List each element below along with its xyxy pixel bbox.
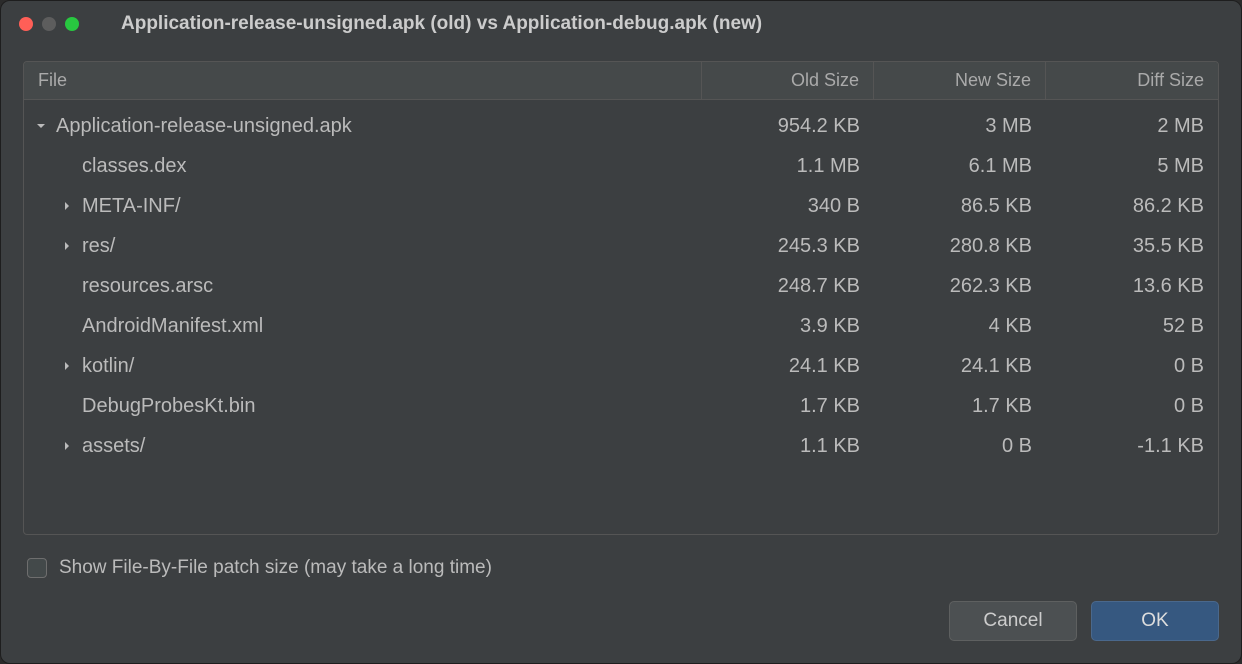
new-size-cell: 1.7 KB xyxy=(874,389,1046,424)
diff-size-cell: 0 B xyxy=(1046,349,1218,384)
file-name: kotlin/ xyxy=(82,355,134,378)
old-size-cell: 245.3 KB xyxy=(702,229,874,264)
diff-size-cell: 0 B xyxy=(1046,389,1218,424)
table-row[interactable]: kotlin/24.1 KB24.1 KB0 B xyxy=(24,346,1218,386)
file-cell: assets/ xyxy=(24,429,702,464)
new-size-cell: 0 B xyxy=(874,429,1046,464)
table-row[interactable]: META-INF/340 B86.5 KB86.2 KB xyxy=(24,186,1218,226)
col-header-file[interactable]: File xyxy=(24,62,702,99)
file-name: META-INF/ xyxy=(82,195,181,218)
chevron-spacer xyxy=(58,397,76,415)
chevron-spacer xyxy=(58,277,76,295)
chevron-right-icon[interactable] xyxy=(58,237,76,255)
table-row[interactable]: resources.arsc 248.7 KB262.3 KB13.6 KB xyxy=(24,266,1218,306)
new-size-cell: 3 MB xyxy=(874,109,1046,144)
file-name: AndroidManifest.xml xyxy=(82,315,263,338)
checkbox-label: Show File-By-File patch size (may take a… xyxy=(59,557,492,579)
file-cell: res/ xyxy=(24,229,702,264)
table-row[interactable]: AndroidManifest.xml 3.9 KB4 KB52 B xyxy=(24,306,1218,346)
chevron-down-icon[interactable] xyxy=(32,117,50,135)
close-window-icon[interactable] xyxy=(19,17,33,31)
table-header: File Old Size New Size Diff Size xyxy=(24,62,1218,100)
file-cell: AndroidManifest.xml xyxy=(24,309,702,344)
traffic-lights xyxy=(19,17,79,31)
chevron-right-icon[interactable] xyxy=(58,197,76,215)
old-size-cell: 1.1 KB xyxy=(702,429,874,464)
maximize-window-icon[interactable] xyxy=(65,17,79,31)
new-size-cell: 4 KB xyxy=(874,309,1046,344)
col-header-old-size[interactable]: Old Size xyxy=(702,62,874,99)
old-size-cell: 1.7 KB xyxy=(702,389,874,424)
new-size-cell: 262.3 KB xyxy=(874,269,1046,304)
new-size-cell: 86.5 KB xyxy=(874,189,1046,224)
chevron-right-icon[interactable] xyxy=(58,437,76,455)
dialog-window: Application-release-unsigned.apk (old) v… xyxy=(0,0,1242,664)
chevron-spacer xyxy=(58,317,76,335)
chevron-spacer xyxy=(58,157,76,175)
content-area: File Old Size New Size Diff Size Applica… xyxy=(1,47,1241,589)
button-row: Cancel OK xyxy=(1,589,1241,663)
cancel-button[interactable]: Cancel xyxy=(949,601,1077,641)
table-row[interactable]: DebugProbesKt.bin1.7 KB1.7 KB0 B xyxy=(24,386,1218,426)
file-cell: META-INF/ xyxy=(24,189,702,224)
diff-size-cell: 52 B xyxy=(1046,309,1218,344)
table-row[interactable]: classes.dex 1.1 MB6.1 MB5 MB xyxy=(24,146,1218,186)
table-body: Application-release-unsigned.apk 954.2 KB… xyxy=(24,100,1218,534)
table-row[interactable]: Application-release-unsigned.apk 954.2 KB… xyxy=(24,106,1218,146)
titlebar: Application-release-unsigned.apk (old) v… xyxy=(1,1,1241,47)
chevron-right-icon[interactable] xyxy=(58,357,76,375)
old-size-cell: 1.1 MB xyxy=(702,149,874,184)
file-cell: DebugProbesKt.bin xyxy=(24,389,702,424)
file-name: classes.dex xyxy=(82,155,187,178)
old-size-cell: 24.1 KB xyxy=(702,349,874,384)
file-name: res/ xyxy=(82,235,115,258)
window-title: Application-release-unsigned.apk (old) v… xyxy=(95,13,1223,35)
file-name: resources.arsc xyxy=(82,275,213,298)
table-row[interactable]: res/245.3 KB280.8 KB35.5 KB xyxy=(24,226,1218,266)
diff-size-cell: 2 MB xyxy=(1046,109,1218,144)
ok-button[interactable]: OK xyxy=(1091,601,1219,641)
diff-size-cell: 35.5 KB xyxy=(1046,229,1218,264)
diff-size-cell: 86.2 KB xyxy=(1046,189,1218,224)
file-name: assets/ xyxy=(82,435,145,458)
file-cell: Application-release-unsigned.apk xyxy=(24,109,702,144)
old-size-cell: 340 B xyxy=(702,189,874,224)
new-size-cell: 280.8 KB xyxy=(874,229,1046,264)
old-size-cell: 3.9 KB xyxy=(702,309,874,344)
file-name: Application-release-unsigned.apk xyxy=(56,115,352,138)
old-size-cell: 248.7 KB xyxy=(702,269,874,304)
diff-size-cell: -1.1 KB xyxy=(1046,429,1218,464)
minimize-window-icon xyxy=(42,17,56,31)
checkbox-file-by-file[interactable] xyxy=(27,558,47,578)
new-size-cell: 24.1 KB xyxy=(874,349,1046,384)
checkbox-row[interactable]: Show File-By-File patch size (may take a… xyxy=(23,535,1219,589)
col-header-diff-size[interactable]: Diff Size xyxy=(1046,62,1218,99)
file-cell: resources.arsc xyxy=(24,269,702,304)
old-size-cell: 954.2 KB xyxy=(702,109,874,144)
file-cell: kotlin/ xyxy=(24,349,702,384)
table-row[interactable]: assets/1.1 KB0 B-1.1 KB xyxy=(24,426,1218,466)
file-cell: classes.dex xyxy=(24,149,702,184)
diff-size-cell: 5 MB xyxy=(1046,149,1218,184)
file-name: DebugProbesKt.bin xyxy=(82,395,255,418)
col-header-new-size[interactable]: New Size xyxy=(874,62,1046,99)
apk-diff-table: File Old Size New Size Diff Size Applica… xyxy=(23,61,1219,535)
diff-size-cell: 13.6 KB xyxy=(1046,269,1218,304)
new-size-cell: 6.1 MB xyxy=(874,149,1046,184)
